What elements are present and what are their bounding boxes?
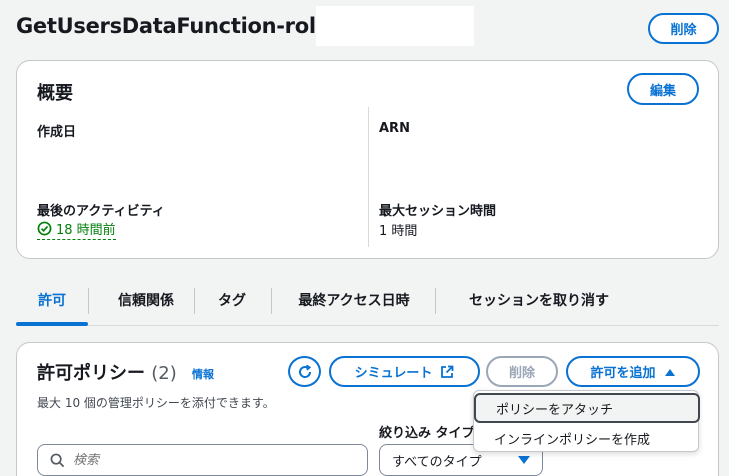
edit-button[interactable]: 編集 bbox=[627, 73, 699, 105]
add-permissions-button[interactable]: 許可を追加 bbox=[566, 356, 700, 387]
tab-separator bbox=[435, 288, 436, 314]
tab-revoke-sessions[interactable]: セッションを取り消す bbox=[444, 290, 634, 326]
tab-bar: 許可 信頼関係 タグ 最終アクセス日時 セッションを取り消す bbox=[16, 284, 719, 326]
delete-policy-button[interactable]: 削除 bbox=[486, 356, 558, 387]
summary-title: 概要 bbox=[37, 83, 73, 104]
last-activity-label: 最後のアクティビティ bbox=[37, 204, 165, 219]
tab-separator bbox=[271, 288, 272, 314]
check-circle-icon bbox=[37, 221, 52, 236]
tab-separator bbox=[194, 288, 195, 314]
policies-description: 最大 10 個の管理ポリシーを添付できます。 bbox=[37, 396, 275, 410]
tab-last-accessed[interactable]: 最終アクセス日時 bbox=[279, 290, 429, 326]
caret-down-icon bbox=[518, 456, 530, 464]
external-link-icon bbox=[441, 365, 454, 378]
policies-title: 許可ポリシー (2) bbox=[37, 359, 177, 385]
tab-trust-relationships[interactable]: 信頼関係 bbox=[96, 290, 196, 326]
page-title: GetUsersDataFunction-role- bbox=[16, 14, 339, 38]
menu-item-create-inline-policy[interactable]: インラインポリシーを作成 bbox=[474, 423, 700, 453]
tab-separator bbox=[88, 288, 89, 314]
max-session-value: 1 時間 bbox=[379, 224, 418, 239]
search-field[interactable] bbox=[37, 444, 368, 476]
info-link[interactable]: 情報 bbox=[192, 366, 214, 382]
max-session-label: 最大セッション時間 bbox=[379, 204, 497, 219]
summary-card: 概要 編集 作成日 ARN 最後のアクティビティ 18 時間前 最大セッション時… bbox=[16, 60, 719, 259]
arn-label: ARN bbox=[379, 121, 410, 136]
search-icon bbox=[50, 453, 65, 467]
delete-role-button[interactable]: 削除 bbox=[648, 13, 719, 44]
tab-tags[interactable]: タグ bbox=[202, 290, 262, 326]
tab-permissions[interactable]: 許可 bbox=[16, 290, 88, 326]
add-permissions-label: 許可を追加 bbox=[590, 366, 656, 381]
filter-type-label: 絞り込み タイプ bbox=[379, 426, 475, 441]
menu-item-attach-policy[interactable]: ポリシーをアタッチ bbox=[474, 393, 700, 423]
refresh-button[interactable] bbox=[288, 356, 321, 387]
refresh-icon bbox=[298, 364, 311, 378]
caret-up-icon bbox=[664, 368, 675, 376]
simulate-label: シミュレート bbox=[354, 366, 433, 381]
add-permissions-dropdown: ポリシーをアタッチ インラインポリシーを作成 bbox=[473, 390, 700, 453]
last-activity-text: 18 時間前 bbox=[56, 223, 116, 238]
search-input[interactable] bbox=[73, 452, 333, 468]
simulate-button[interactable]: シミュレート bbox=[329, 356, 480, 387]
policies-title-text: 許可ポリシー bbox=[37, 363, 145, 384]
redacted-title-mask bbox=[316, 6, 474, 46]
column-divider bbox=[368, 107, 369, 247]
policies-count: (2) bbox=[151, 363, 177, 384]
created-label: 作成日 bbox=[37, 125, 77, 140]
last-activity-value[interactable]: 18 時間前 bbox=[37, 219, 116, 240]
type-filter-value: すべてのタイプ bbox=[392, 454, 482, 470]
